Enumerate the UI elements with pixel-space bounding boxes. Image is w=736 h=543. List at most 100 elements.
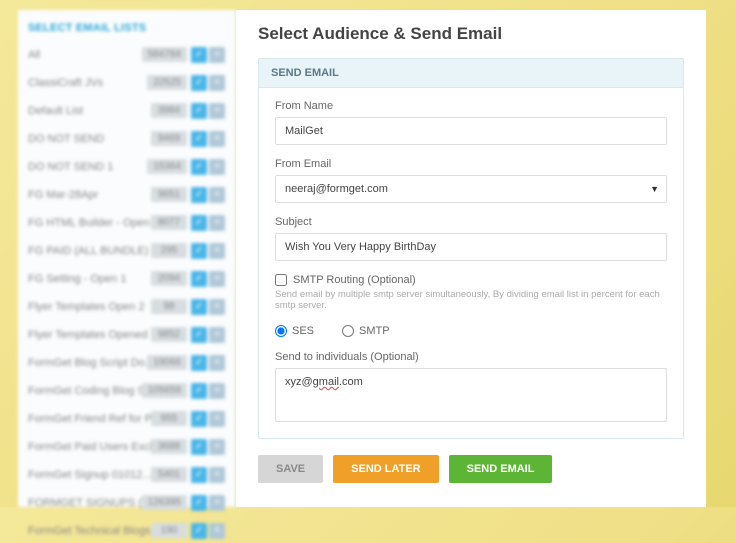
close-icon[interactable]: × xyxy=(209,75,225,91)
list-item[interactable]: Flyer Templates Opened9852 ✓× xyxy=(28,322,225,347)
from-email-select[interactable]: neeraj@formget.com xyxy=(275,175,667,203)
list-item[interactable]: FormGet Coding Blog So...105659 ✓× xyxy=(28,378,225,403)
list-item[interactable]: FormGet Paid Users Excl...3688✓× xyxy=(28,434,225,459)
list-item[interactable]: FormGet Signup 01012...5401 ✓× xyxy=(28,462,225,487)
list-item[interactable]: Flyer Templates Open 298✓× xyxy=(28,294,225,319)
list-name: Flyer Templates Opened xyxy=(28,329,151,341)
protocol-ses[interactable]: SES xyxy=(275,325,314,337)
list-item[interactable]: FormGet Technical Blogs190✓× xyxy=(28,518,225,543)
list-count-badge: 584784 xyxy=(142,47,187,62)
send-email-button[interactable]: SEND EMAIL xyxy=(449,455,553,483)
list-actions: ✓× xyxy=(191,131,225,147)
list-actions: ✓× xyxy=(191,355,225,371)
check-icon[interactable]: ✓ xyxy=(191,299,207,315)
close-icon[interactable]: × xyxy=(209,131,225,147)
list-item[interactable]: Default List3984✓× xyxy=(28,98,225,123)
check-icon[interactable]: ✓ xyxy=(191,215,207,231)
smtp-routing-help: Send email by multiple smtp server simul… xyxy=(275,289,667,311)
close-icon[interactable]: × xyxy=(209,523,225,539)
list-item[interactable]: DO NOT SEND 115364✓× xyxy=(28,154,225,179)
check-icon[interactable]: ✓ xyxy=(191,495,207,511)
subject-input[interactable] xyxy=(275,233,667,261)
list-count-badge: 105659 xyxy=(142,383,187,398)
ses-radio[interactable] xyxy=(275,325,287,337)
list-item[interactable]: FORMGET SIGNUPS (20...126395✓× xyxy=(28,490,225,515)
list-count-badge: 9651 xyxy=(151,187,187,202)
close-icon[interactable]: × xyxy=(209,299,225,315)
list-item[interactable]: FG PAID (ALL BUNDLE)295✓× xyxy=(28,238,225,263)
main-panel: Select Audience & Send Email SEND EMAIL … xyxy=(236,10,706,507)
list-name: FormGet Signup 01012... xyxy=(28,469,151,481)
app-container: SELECT EMAIL LISTS All584784✓×ClassiCraf… xyxy=(18,10,706,507)
close-icon[interactable]: × xyxy=(209,411,225,427)
list-item[interactable]: DO NOT SEND9469✓× xyxy=(28,126,225,151)
close-icon[interactable]: × xyxy=(209,271,225,287)
list-actions: ✓× xyxy=(191,523,225,539)
check-icon[interactable]: ✓ xyxy=(191,271,207,287)
list-actions: ✓× xyxy=(191,243,225,259)
panel-body: From Name From Email neeraj@formget.com … xyxy=(259,88,683,438)
check-icon[interactable]: ✓ xyxy=(191,523,207,539)
sidebar-title: SELECT EMAIL LISTS xyxy=(28,22,225,34)
list-count-badge: 22525 xyxy=(147,75,187,90)
list-name: DO NOT SEND 1 xyxy=(28,161,147,173)
list-count-badge: 9469 xyxy=(151,131,187,146)
list-count-badge: 5401 xyxy=(151,467,187,482)
close-icon[interactable]: × xyxy=(209,215,225,231)
smtp-routing-label: SMTP Routing (Optional) xyxy=(293,274,416,286)
individuals-group: Send to individuals (Optional) xyz@gmail… xyxy=(275,351,667,422)
from-name-input[interactable] xyxy=(275,117,667,145)
protocol-smtp[interactable]: SMTP xyxy=(342,325,390,337)
check-icon[interactable]: ✓ xyxy=(191,355,207,371)
smtp-routing-checkbox-row[interactable]: SMTP Routing (Optional) xyxy=(275,274,667,286)
protocol-radio-group: SES SMTP xyxy=(275,325,667,337)
check-icon[interactable]: ✓ xyxy=(191,159,207,175)
list-item[interactable]: ClassiCraft JVs22525✓× xyxy=(28,70,225,95)
close-icon[interactable]: × xyxy=(209,47,225,63)
close-icon[interactable]: × xyxy=(209,467,225,483)
from-name-group: From Name xyxy=(275,100,667,145)
close-icon[interactable]: × xyxy=(209,187,225,203)
check-icon[interactable]: ✓ xyxy=(191,187,207,203)
send-later-button[interactable]: SEND LATER xyxy=(333,455,438,483)
list-item[interactable]: FG HTML Builder - Open 18077✓× xyxy=(28,210,225,235)
close-icon[interactable]: × xyxy=(209,327,225,343)
close-icon[interactable]: × xyxy=(209,383,225,399)
smtp-routing-checkbox[interactable] xyxy=(275,274,287,286)
list-item[interactable]: FG Mar-28Apr9651 ✓× xyxy=(28,182,225,207)
close-icon[interactable]: × xyxy=(209,243,225,259)
individuals-textarea[interactable]: xyz@gmail.com xyxy=(275,368,667,422)
list-item[interactable]: FG Setting - Open 12094✓× xyxy=(28,266,225,291)
from-email-group: From Email neeraj@formget.com ▼ xyxy=(275,158,667,203)
check-icon[interactable]: ✓ xyxy=(191,383,207,399)
close-icon[interactable]: × xyxy=(209,355,225,371)
close-icon[interactable]: × xyxy=(209,103,225,119)
list-actions: ✓× xyxy=(191,187,225,203)
close-icon[interactable]: × xyxy=(209,495,225,511)
check-icon[interactable]: ✓ xyxy=(191,439,207,455)
button-row: SAVE SEND LATER SEND EMAIL xyxy=(258,455,684,483)
check-icon[interactable]: ✓ xyxy=(191,103,207,119)
list-count-badge: 3984 xyxy=(151,103,187,118)
check-icon[interactable]: ✓ xyxy=(191,467,207,483)
save-button[interactable]: SAVE xyxy=(258,455,323,483)
list-count-badge: 9852 xyxy=(151,327,187,342)
list-actions: ✓× xyxy=(191,439,225,455)
check-icon[interactable]: ✓ xyxy=(191,411,207,427)
list-name: FormGet Friend Ref for P... xyxy=(28,413,151,425)
list-name: FG Mar-28Apr xyxy=(28,189,151,201)
list-name: FormGet Blog Script Do... xyxy=(28,357,147,369)
individuals-label: Send to individuals (Optional) xyxy=(275,351,667,363)
list-item[interactable]: FormGet Blog Script Do...19066✓× xyxy=(28,350,225,375)
close-icon[interactable]: × xyxy=(209,439,225,455)
smtp-radio[interactable] xyxy=(342,325,354,337)
check-icon[interactable]: ✓ xyxy=(191,47,207,63)
list-item[interactable]: All584784✓× xyxy=(28,42,225,67)
check-icon[interactable]: ✓ xyxy=(191,131,207,147)
check-icon[interactable]: ✓ xyxy=(191,75,207,91)
check-icon[interactable]: ✓ xyxy=(191,327,207,343)
close-icon[interactable]: × xyxy=(209,159,225,175)
list-item[interactable]: FormGet Friend Ref for P...955✓× xyxy=(28,406,225,431)
list-name: FormGet Coding Blog So... xyxy=(28,385,142,397)
check-icon[interactable]: ✓ xyxy=(191,243,207,259)
